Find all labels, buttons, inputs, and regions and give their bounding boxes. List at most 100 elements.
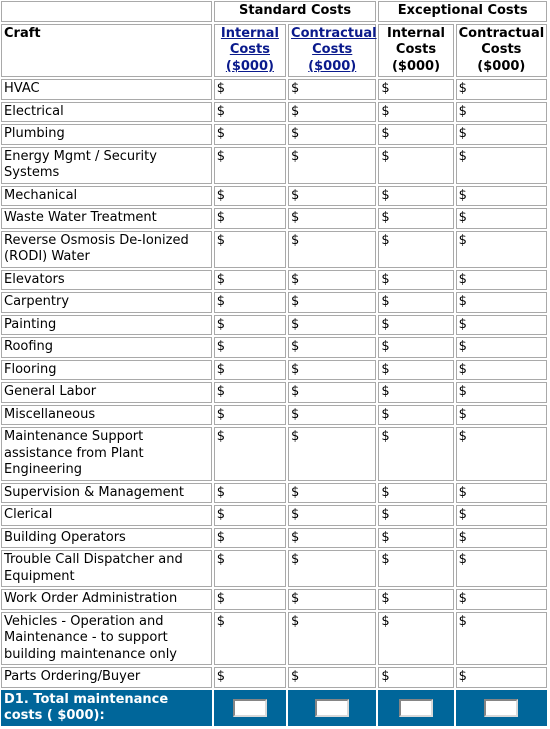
table-row: Roofing $ $ $ $ (1, 337, 547, 358)
exc-internal-cost-cell: $ (378, 404, 454, 425)
exc-contractual-cost-cell: $ (455, 382, 547, 403)
std-internal-cost-cell: $ (213, 230, 287, 268)
table-row: Flooring $ $ $ $ (1, 359, 547, 380)
exc-contractual-cost-cell: $ (455, 505, 547, 526)
std-contractual-cost-cell: $ (288, 269, 377, 290)
std-contractual-cost-cell: $ (288, 292, 377, 313)
std-internal-cost-cell: $ (213, 269, 287, 290)
std-internal-cost-cell: $ (213, 382, 287, 403)
total-std-contractual-input[interactable] (315, 698, 350, 717)
std-contractual-cost-cell: $ (288, 482, 377, 503)
std-internal-cost-cell: $ (213, 667, 287, 688)
craft-name: Elevators (1, 269, 212, 290)
exc-contractual-cost-cell: $ (455, 124, 547, 145)
header-line: Costs (312, 42, 353, 57)
std-contractual-cost-cell: $ (288, 314, 377, 335)
std-internal-cost-cell: $ (213, 427, 287, 481)
table-row: Vehicles - Operation and Maintenance - t… (1, 611, 547, 665)
std-contractual-cost-cell: $ (288, 359, 377, 380)
std-internal-cost-cell: $ (213, 404, 287, 425)
std-contractual-costs-sort-link[interactable]: Contractual Costs ($000) (291, 26, 377, 74)
exc-internal-cost-cell: $ (378, 667, 454, 688)
total-exc-contractual-input[interactable] (484, 698, 519, 717)
table-row: HVAC $ $ $ $ (1, 79, 547, 100)
std-contractual-cost-cell: $ (288, 427, 377, 481)
exc-internal-cost-cell: $ (378, 79, 454, 100)
std-contractual-cost-cell: $ (288, 550, 377, 587)
craft-name: Parts Ordering/Buyer (1, 667, 212, 688)
std-contractual-cost-cell: $ (288, 404, 377, 425)
exc-internal-cost-cell: $ (378, 292, 454, 313)
std-contractual-costs-header[interactable]: Contractual Costs ($000) (288, 23, 377, 77)
std-contractual-cost-cell: $ (288, 185, 377, 206)
exceptional-costs-header: Exceptional Costs (378, 1, 547, 22)
table-row: Plumbing $ $ $ $ (1, 124, 547, 145)
table-row: Miscellaneous $ $ $ $ (1, 404, 547, 425)
table-row: Elevators $ $ $ $ (1, 269, 547, 290)
std-internal-cost-cell: $ (213, 589, 287, 610)
table-row: Trouble Call Dispatcher and Equipment $ $ $… (1, 550, 547, 587)
craft-name: Clerical (1, 505, 212, 526)
craft-name: Building Operators (1, 527, 212, 548)
exc-internal-cost-cell: $ (378, 124, 454, 145)
craft-name: Energy Mgmt / Security Systems (1, 146, 212, 184)
header-blank-cell (1, 1, 212, 22)
table-row: General Labor $ $ $ $ (1, 382, 547, 403)
total-exc-internal-input[interactable] (399, 698, 433, 717)
std-internal-costs-sort-link[interactable]: Internal Costs ($000) (221, 26, 279, 74)
exc-internal-cost-cell: $ (378, 527, 454, 548)
craft-name: Painting (1, 314, 212, 335)
exc-internal-cost-cell: $ (378, 337, 454, 358)
craft-name: Vehicles - Operation and Maintenance - t… (1, 611, 212, 665)
exc-contractual-cost-cell: $ (455, 667, 547, 688)
total-std-internal-input[interactable] (232, 698, 267, 717)
std-internal-cost-cell: $ (213, 314, 287, 335)
header-line: ($000) (391, 58, 441, 74)
exc-contractual-cost-cell: $ (455, 230, 547, 268)
column-header-row: Craft Internal Costs ($000) Contractual … (1, 23, 547, 77)
std-internal-cost-cell: $ (213, 101, 287, 122)
exc-contractual-cost-cell: $ (455, 427, 547, 481)
table-row: Reverse Osmosis De-Ionized (RODI) Water $… (1, 230, 547, 268)
exc-contractual-cost-cell: $ (455, 79, 547, 100)
exc-contractual-cost-cell: $ (455, 482, 547, 503)
std-contractual-cost-cell: $ (288, 337, 377, 358)
std-contractual-cost-cell: $ (288, 146, 377, 184)
table-row: Painting $ $ $ $ (1, 314, 547, 335)
maintenance-costs-table: Standard Costs Exceptional Costs Craft I… (0, 0, 549, 728)
std-internal-cost-cell: $ (213, 482, 287, 503)
header-line: ($000) (308, 58, 357, 74)
std-internal-cost-cell: $ (213, 79, 287, 100)
std-internal-cost-cell: $ (213, 292, 287, 313)
table-row: Electrical $ $ $ $ (1, 101, 547, 122)
exc-internal-costs-header: Internal Costs ($000) (378, 23, 454, 77)
std-contractual-cost-cell: $ (288, 208, 377, 229)
std-contractual-cost-cell: $ (288, 124, 377, 145)
craft-name: Supervision & Management (1, 482, 212, 503)
group-header-row: Standard Costs Exceptional Costs (1, 1, 547, 22)
header-line: Internal (220, 25, 279, 41)
exc-contractual-cost-cell: $ (455, 269, 547, 290)
total-label: D1. Total maintenance costs ( $000): (1, 689, 212, 726)
total-exc-contractual-cell (455, 689, 547, 726)
craft-name: Plumbing (1, 124, 212, 145)
craft-name: Roofing (1, 337, 212, 358)
table-row: Parts Ordering/Buyer $ $ $ $ (1, 667, 547, 688)
exc-internal-cost-cell: $ (378, 382, 454, 403)
header-line: ($000) (225, 58, 274, 74)
exc-contractual-cost-cell: $ (455, 611, 547, 665)
header-line: Internal (386, 25, 446, 41)
exc-internal-cost-cell: $ (378, 427, 454, 481)
std-contractual-cost-cell: $ (288, 527, 377, 548)
exc-internal-cost-cell: $ (378, 146, 454, 184)
std-internal-costs-header[interactable]: Internal Costs ($000) (213, 23, 287, 77)
craft-name: Flooring (1, 359, 212, 380)
craft-name: HVAC (1, 79, 212, 100)
std-contractual-cost-cell: $ (288, 611, 377, 665)
exc-internal-cost-cell: $ (378, 505, 454, 526)
craft-name: Maintenance Support assistance from Plan… (1, 427, 212, 481)
exc-contractual-cost-cell: $ (455, 101, 547, 122)
table-row: Waste Water Treatment $ $ $ $ (1, 208, 547, 229)
total-std-internal-cell (213, 689, 287, 726)
craft-name: Waste Water Treatment (1, 208, 212, 229)
